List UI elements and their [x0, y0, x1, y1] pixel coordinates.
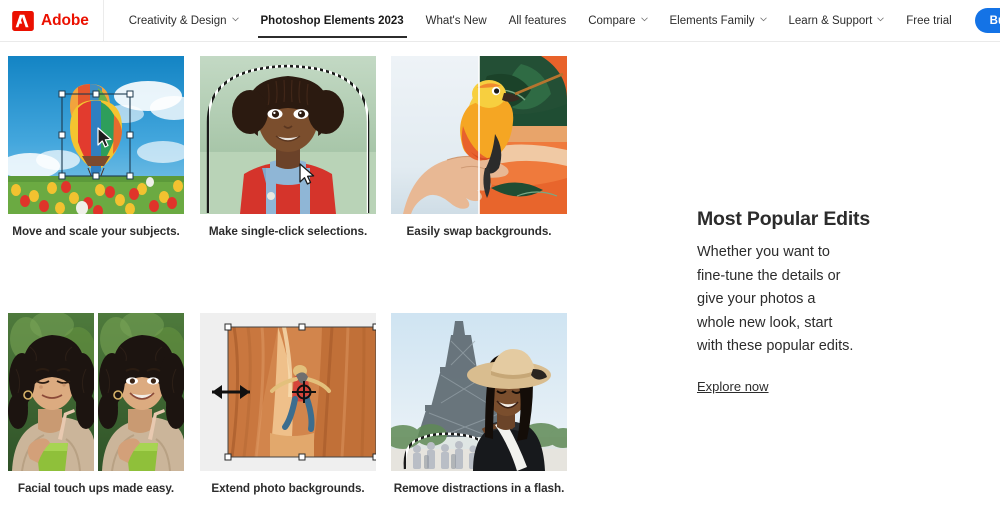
- chevron-down-icon: [640, 16, 648, 23]
- nav-item-whats-new[interactable]: What's New: [415, 0, 498, 42]
- brand-divider: [102, 0, 104, 42]
- nav-item-all-features[interactable]: All features: [498, 0, 578, 42]
- nav-label: Compare: [588, 14, 636, 27]
- nav-label: All features: [508, 14, 567, 27]
- tile-caption: Facial touch ups made easy.: [17, 482, 175, 495]
- tile-caption: Easily swap backgrounds.: [406, 225, 552, 238]
- tile-swap-backgrounds[interactable]: Easily swap backgrounds.: [391, 56, 567, 238]
- nav-item-compare[interactable]: Compare: [577, 0, 658, 42]
- tile-caption: Extend photo backgrounds.: [211, 482, 365, 495]
- adobe-brand-logo[interactable]: Adobe: [0, 0, 103, 42]
- chevron-down-icon: [877, 16, 885, 23]
- nav-label: What's New: [425, 14, 487, 27]
- page-content: Move and scale your subjects. Make singl…: [0, 42, 1000, 507]
- tile-image-child-portrait: [200, 56, 376, 214]
- tile-caption: Move and scale your subjects.: [12, 225, 180, 238]
- nav-item-free-trial[interactable]: Free trial: [895, 0, 962, 42]
- explore-now-link[interactable]: Explore now: [697, 379, 769, 394]
- chevron-down-icon: [231, 16, 239, 23]
- chevron-down-icon: [759, 16, 767, 23]
- nav-label: Creativity & Design: [128, 14, 227, 27]
- tile-image-before-after-portrait: [8, 313, 184, 471]
- panel-description: Whether you want to fine-tune the detail…: [697, 244, 854, 354]
- tile-image-slot-canyon: [200, 313, 376, 471]
- active-tab-underline: [257, 35, 407, 38]
- tile-caption: Remove distractions in a flash.: [393, 482, 565, 495]
- buy-now-button[interactable]: Buy now: [974, 8, 1000, 33]
- nav-label: Learn & Support: [788, 14, 873, 27]
- nav-item-elements-family[interactable]: Elements Family: [659, 0, 778, 42]
- tile-image-eiffel-tower: [391, 313, 567, 471]
- tile-remove-distractions[interactable]: Remove distractions in a flash.: [391, 313, 567, 495]
- panel-title: Most Popular Edits: [697, 208, 870, 230]
- adobe-wordmark: Adobe: [41, 11, 89, 29]
- tile-caption: Make single-click selections.: [208, 225, 368, 238]
- nav-item-photoshop-elements-2023[interactable]: Photoshop Elements 2023: [250, 0, 415, 42]
- nav-label: Elements Family: [669, 14, 755, 27]
- nav-item-learn-support[interactable]: Learn & Support: [778, 0, 896, 42]
- tile-facial-touch-ups[interactable]: Facial touch ups made easy.: [8, 313, 184, 495]
- most-popular-edits-panel: Most Popular Edits Whether you want to f…: [697, 208, 927, 396]
- tile-image-hot-air-balloon: [8, 56, 184, 214]
- tile-move-and-scale[interactable]: Move and scale your subjects.: [8, 56, 184, 238]
- top-navigation-bar: Adobe Creativity & Design Photoshop Elem…: [0, 0, 1000, 42]
- tile-extend-backgrounds[interactable]: Extend photo backgrounds.: [200, 313, 376, 495]
- adobe-logo-icon: [12, 10, 34, 31]
- tile-single-click-selections[interactable]: Make single-click selections.: [200, 56, 376, 238]
- nav-label: Free trial: [906, 14, 952, 27]
- nav-label: Photoshop Elements 2023: [260, 14, 404, 27]
- nav-item-creativity-design[interactable]: Creativity & Design: [118, 0, 250, 42]
- tile-image-parrot-background-swap: [391, 56, 567, 214]
- primary-nav-list: Creativity & Design Photoshop Elements 2…: [118, 0, 1000, 42]
